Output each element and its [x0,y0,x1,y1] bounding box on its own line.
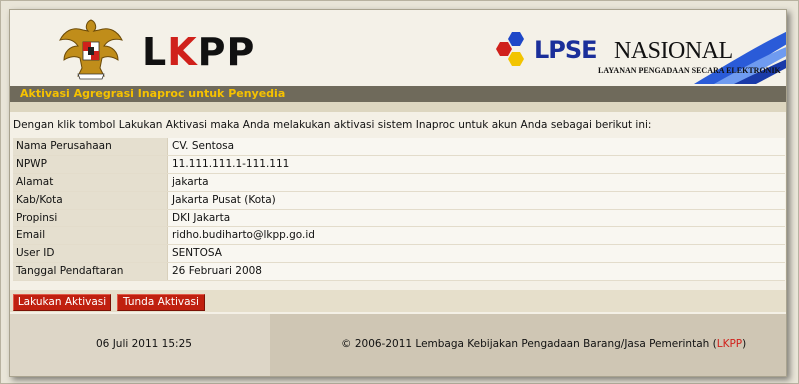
activate-button[interactable]: Lakukan Aktivasi [13,294,111,311]
header: LKPP LPSE NASIONAL LAYANAN PENGADAAN SEC… [10,10,786,86]
lpse-hexagon-icon [496,32,524,66]
tagline: LAYANAN PENGADAAN SECARA ELEKTRONIK [598,66,781,75]
field-value: 11.111.111.1-111.111 [168,155,785,173]
field-label: Nama Perusahaan [13,138,168,155]
table-row: Nama Perusahaan CV. Sentosa [13,138,785,156]
field-label: Alamat [13,173,168,191]
field-value: Jakarta Pusat (Kota) [168,191,785,209]
table-row: User ID SENTOSA [13,245,785,264]
table-row: NPWP 11.111.111.1-111.111 [13,155,785,174]
field-value: SENTOSA [168,245,785,263]
intro-text: Dengan klik tombol Lakukan Aktivasi maka… [13,114,783,136]
postpone-button[interactable]: Tunda Aktivasi [117,294,205,311]
field-value: 26 Februari 2008 [168,263,785,281]
lkpp-link[interactable]: LKPP [717,338,742,350]
details-table: Nama Perusahaan CV. Sentosa NPWP 11.111.… [13,138,785,282]
action-bar: Lakukan Aktivasi Tunda Aktivasi [10,290,786,312]
footer-date-panel: 06 Juli 2011 15:25 [10,314,270,376]
footer: 06 Juli 2011 15:25 © 2006-2011 Lembaga K… [10,314,786,376]
table-row: Email ridho.budiharto@lkpp.go.id [13,227,785,246]
footer-datetime: 06 Juli 2011 15:25 [96,338,192,350]
app-window: LKPP LPSE NASIONAL LAYANAN PENGADAAN SEC… [9,9,787,377]
field-value: DKI Jakarta [168,209,785,227]
divider [10,102,786,112]
field-label: Kab/Kota [13,191,168,209]
table-row: Tanggal Pendaftaran 26 Februari 2008 [13,263,785,282]
field-label: User ID [13,245,168,263]
lkpp-logo: LKPP [142,30,256,74]
field-label: NPWP [13,155,168,173]
table-row: Alamat jakarta [13,173,785,192]
table-row: Propinsi DKI Jakarta [13,209,785,228]
copyright-text: © 2006-2011 Lembaga Kebijakan Pengadaan … [341,338,747,350]
garuda-emblem-icon [59,19,123,80]
field-label: Tanggal Pendaftaran [13,263,168,281]
lpse-label: LPSE [534,36,598,64]
field-label: Propinsi [13,209,168,227]
field-label: Email [13,227,168,245]
lpse-nasional-logo: LPSE NASIONAL LAYANAN PENGADAAN SECARA E… [484,20,786,84]
field-value: jakarta [168,173,785,191]
nasional-label: NASIONAL [614,38,733,64]
page-frame: LKPP LPSE NASIONAL LAYANAN PENGADAAN SEC… [0,0,799,384]
table-row: Kab/Kota Jakarta Pusat (Kota) [13,191,785,210]
page-title: Aktivasi Agregrasi Inaproc untuk Penyedi… [10,86,786,102]
field-value: ridho.budiharto@lkpp.go.id [168,227,785,245]
field-value: CV. Sentosa [168,138,785,155]
